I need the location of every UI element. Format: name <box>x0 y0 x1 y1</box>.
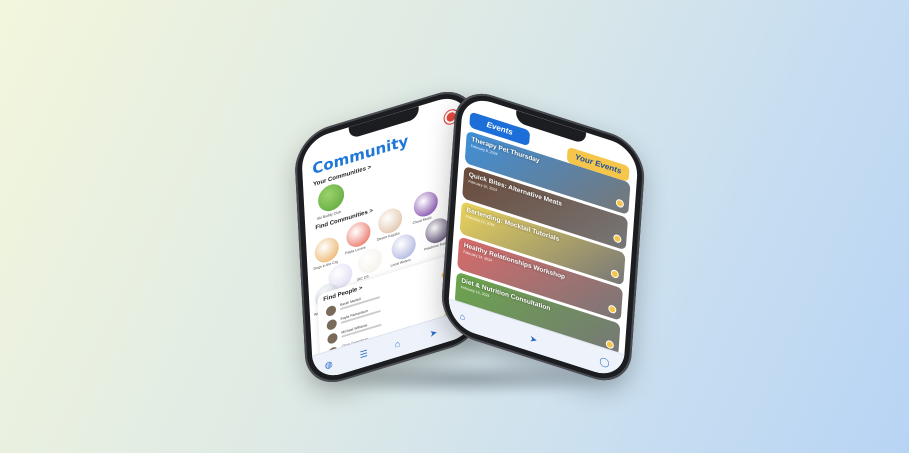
notch <box>348 106 420 140</box>
profile-icon[interactable]: ◯ <box>599 355 610 369</box>
bookmark-icon[interactable] <box>613 233 622 244</box>
avatar <box>327 332 338 345</box>
list-icon[interactable]: ☰ <box>359 348 368 361</box>
send-icon[interactable]: ➤ <box>429 327 437 340</box>
community-circle[interactable] <box>345 219 372 250</box>
avatar <box>326 318 338 332</box>
send-icon[interactable]: ➤ <box>529 333 537 346</box>
bookmark-icon[interactable] <box>615 198 625 209</box>
home-icon[interactable]: ⌂ <box>394 338 400 349</box>
events-screen: Events Your Events Therapy Pet Thursday F… <box>446 93 640 381</box>
avatar <box>325 304 337 318</box>
bookmark-icon[interactable] <box>608 304 617 315</box>
phone-events: Events Your Events Therapy Pet Thursday F… <box>439 84 647 390</box>
globe-icon[interactable]: ◍ <box>325 359 333 372</box>
home-icon[interactable]: ⌂ <box>460 311 466 323</box>
bookmark-icon[interactable] <box>610 268 620 280</box>
community-circle[interactable] <box>413 188 439 220</box>
